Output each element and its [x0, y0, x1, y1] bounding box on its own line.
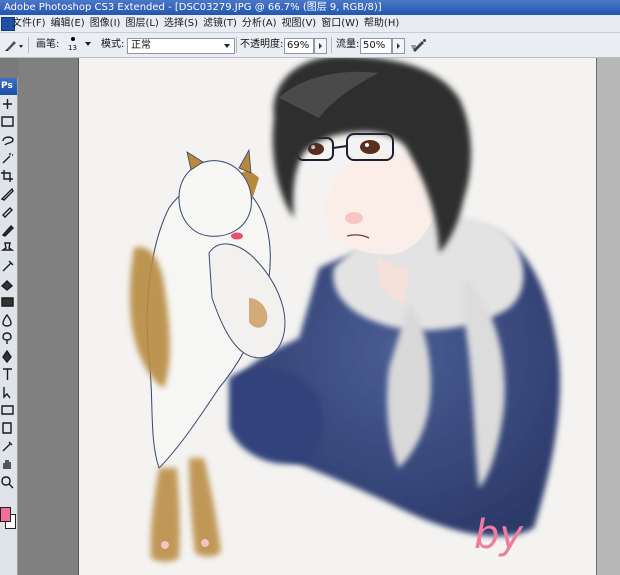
vertical-scrollbar[interactable]: [596, 58, 620, 575]
menu-view[interactable]: 视图(V): [280, 15, 320, 32]
toolbox-header[interactable]: Ps: [0, 78, 17, 95]
brush-tip-icon: [71, 37, 75, 41]
slice-tool-icon: [0, 187, 14, 201]
eraser-tool-icon: [0, 280, 14, 291]
flow-label: 流量:: [336, 39, 360, 50]
airbrush-toggle[interactable]: [410, 38, 428, 53]
move-tool-icon: [3, 99, 12, 109]
menu-file[interactable]: 文件(F): [10, 15, 49, 32]
zoom-tool[interactable]: [0, 475, 15, 489]
type-tool-icon: [3, 368, 12, 380]
title-bar: Adobe Photoshop CS3 Extended - [DSC03279…: [0, 0, 620, 15]
menu-edit[interactable]: 编辑(E): [49, 15, 88, 32]
gradient-tool-icon: [1, 297, 14, 307]
notes-tool-icon: [2, 422, 12, 434]
toolbox: Ps: [0, 78, 18, 575]
clone-stamp-tool-icon: [0, 242, 15, 251]
path-selection-tool-icon: [3, 387, 11, 399]
menu-bar: 文件(F) 编辑(E) 图像(I) 图层(L) 选择(S) 滤镜(T) 分析(A…: [0, 15, 620, 33]
separator: [236, 37, 237, 53]
menu-select[interactable]: 选择(S): [162, 15, 201, 32]
menu-image[interactable]: 图像(I): [88, 15, 124, 32]
eraser-tool[interactable]: [0, 277, 15, 291]
lasso-tool-icon: [2, 136, 14, 146]
opacity-label: 不透明度:: [240, 39, 284, 50]
brush-picker[interactable]: 13: [68, 36, 78, 54]
separator: [28, 37, 29, 53]
document-canvas[interactable]: by: [78, 58, 596, 575]
opacity-value: 69%: [287, 40, 310, 51]
flow-value: 50%: [363, 40, 386, 51]
eyedropper-tool[interactable]: [0, 439, 15, 452]
menu-filter[interactable]: 滤镜(T): [201, 15, 240, 32]
zoom-tool-icon: [1, 476, 14, 489]
opacity-input[interactable]: 69%: [284, 38, 314, 54]
eyedropper-tool-icon: [2, 441, 13, 452]
brush-label: 画笔:: [36, 39, 60, 50]
cat-head: [178, 160, 252, 237]
menu-analysis[interactable]: 分析(A): [240, 15, 280, 32]
dodge-tool[interactable]: [0, 331, 15, 344]
healing-brush-tool-icon: [2, 207, 13, 218]
hand-tool[interactable]: [0, 457, 15, 470]
brush-tool-icon: [1, 224, 14, 237]
window-title: Adobe Photoshop CS3 Extended - [DSC03279…: [4, 2, 382, 13]
artwork: by: [79, 58, 596, 575]
mode-label: 模式:: [101, 39, 125, 50]
shape-tool[interactable]: [0, 403, 15, 416]
pen-tool-icon: [2, 349, 12, 363]
menu-items: 文件(F) 编辑(E) 图像(I) 图层(L) 选择(S) 滤镜(T) 分析(A…: [10, 15, 402, 32]
magic-wand-tool[interactable]: [0, 151, 15, 164]
blur-tool-icon: [2, 313, 12, 327]
marquee-tool-icon: [1, 116, 14, 127]
type-tool[interactable]: [0, 367, 15, 380]
options-bar: 画笔: 13 模式: 正常 不透明度: 69% 流量: 50%: [0, 33, 620, 58]
blur-tool[interactable]: [0, 313, 15, 327]
marquee-tool[interactable]: [0, 115, 15, 128]
menu-layer[interactable]: 图层(L): [123, 15, 161, 32]
slice-tool[interactable]: [0, 187, 15, 201]
menu-help[interactable]: 帮助(H): [362, 15, 402, 32]
flow-input[interactable]: 50%: [360, 38, 392, 54]
clone-stamp-tool[interactable]: [0, 241, 15, 254]
brush-dropdown-arrow-icon[interactable]: [85, 42, 91, 46]
crop-tool-icon: [1, 170, 13, 182]
dodge-tool-icon: [2, 332, 12, 344]
hand-tool-icon: [3, 460, 11, 469]
gradient-tool[interactable]: [0, 295, 15, 308]
foreground-color-swatch[interactable]: [0, 507, 11, 522]
chevron-down-icon: [224, 44, 230, 48]
tool-preset-picker[interactable]: [3, 37, 25, 53]
crop-tool[interactable]: [0, 169, 15, 182]
history-brush-tool-icon: [2, 260, 14, 272]
shape-tool-icon: [1, 405, 14, 415]
pen-tool[interactable]: [0, 349, 15, 363]
history-brush-tool[interactable]: [0, 259, 15, 272]
flow-slider-button[interactable]: [392, 38, 405, 54]
menu-window[interactable]: 窗口(W): [319, 15, 362, 32]
brush-tool[interactable]: [0, 223, 15, 237]
brush-size: 13: [68, 44, 77, 52]
notes-tool[interactable]: [0, 421, 15, 434]
healing-brush-tool[interactable]: [0, 205, 15, 218]
opacity-slider-button[interactable]: [314, 38, 327, 54]
mode-select[interactable]: 正常: [127, 38, 235, 54]
lasso-tool[interactable]: [0, 133, 15, 146]
airbrush-icon: [411, 39, 426, 52]
separator: [331, 37, 332, 53]
signature-text: by: [474, 512, 524, 558]
brush-icon: [5, 41, 23, 51]
path-selection-tool[interactable]: [0, 385, 15, 399]
mode-value: 正常: [131, 40, 151, 51]
magic-wand-tool-icon: [2, 153, 13, 164]
move-tool[interactable]: [0, 97, 15, 110]
